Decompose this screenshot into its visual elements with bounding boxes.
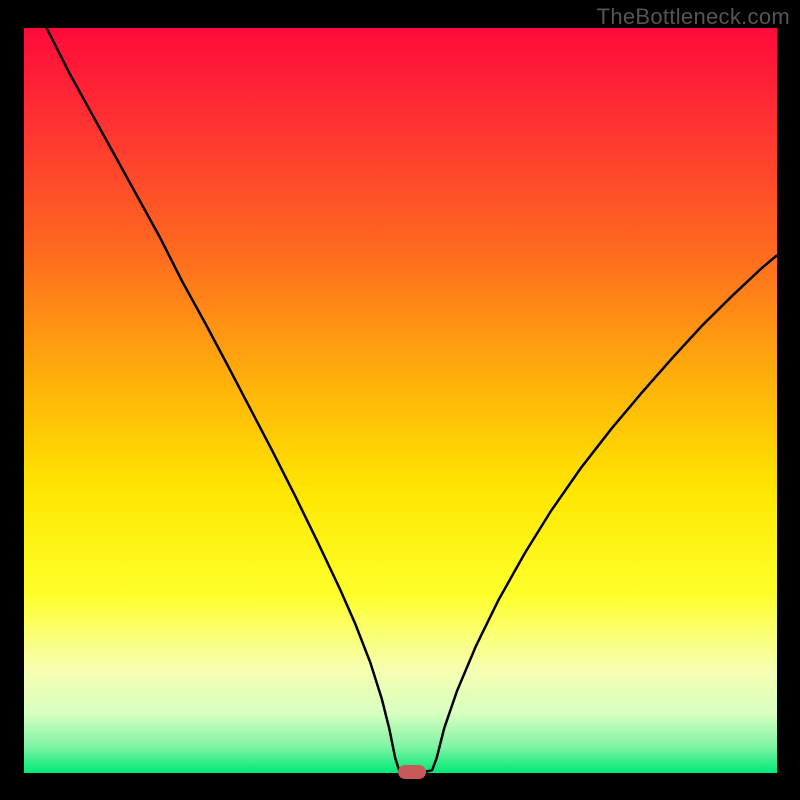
chart-frame: TheBottleneck.com (0, 0, 800, 800)
optimal-marker (398, 765, 426, 779)
plot-background (24, 28, 777, 773)
watermark-text: TheBottleneck.com (597, 4, 790, 30)
bottleneck-chart (0, 0, 800, 800)
